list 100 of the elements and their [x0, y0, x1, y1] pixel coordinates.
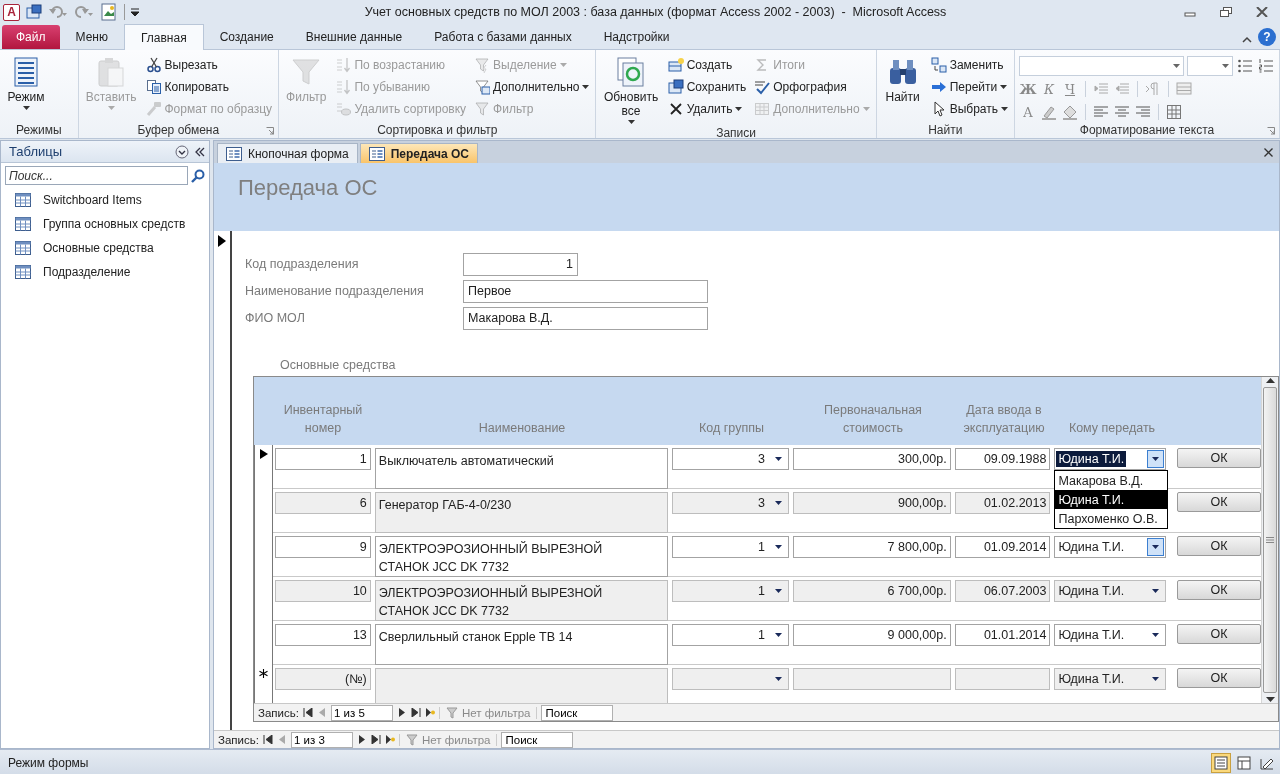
ok-button[interactable]: ОК	[1177, 668, 1261, 688]
nav-item[interactable]: Основные средства	[1, 236, 209, 260]
date-field[interactable]: 09.09.1988	[954, 448, 1051, 470]
last-record[interactable]	[370, 735, 381, 744]
date-field[interactable]: 06.07.2003	[954, 580, 1051, 602]
nav-item[interactable]: Группа основных средств	[1, 212, 209, 236]
group-code-combo[interactable]: 1	[672, 624, 789, 646]
search-field[interactable]: Поиск	[541, 704, 614, 721]
record-selector[interactable]	[254, 445, 273, 489]
group-code-combo[interactable]: 3	[672, 448, 789, 470]
ribbon-button[interactable]: Копировать	[143, 76, 275, 98]
name-field[interactable]: Выключатель автоматический	[374, 448, 669, 489]
search-field[interactable]: Поиск...	[5, 166, 188, 185]
ribbon-tab[interactable]: Надстройки	[587, 25, 686, 49]
ribbon-button[interactable]: Обновить все	[600, 54, 662, 126]
ribbon-button[interactable]: Заменить	[928, 54, 1010, 76]
ribbon-tab[interactable]: Файл	[2, 25, 60, 49]
search-field[interactable]: Поиск	[501, 731, 574, 748]
ribbon-button[interactable]: Дополнительно	[472, 76, 592, 98]
nav-item[interactable]: Подразделение	[1, 260, 209, 284]
ribbon-button[interactable]: Создать	[665, 54, 749, 76]
inventory-number-field[interactable]: 6	[275, 492, 371, 514]
cost-field[interactable]	[793, 668, 951, 690]
next-record[interactable]	[356, 735, 367, 744]
ribbon-button[interactable]: Режим	[4, 54, 48, 112]
help-button[interactable]: ?	[1258, 28, 1276, 46]
last-record[interactable]	[410, 708, 421, 717]
new-record[interactable]	[424, 708, 435, 717]
recipient-combo[interactable]: Юдина Т.И.	[1054, 624, 1167, 646]
cost-field[interactable]: 900,00р.	[793, 492, 951, 514]
name-field[interactable]: Генератор ГАБ-4-0/230	[374, 492, 669, 533]
undo-button[interactable]	[48, 4, 68, 20]
ribbon-button[interactable]: Выбрать	[928, 98, 1010, 120]
name-field[interactable]: Сверлильный станок Epple TB 14	[374, 624, 669, 665]
ribbon-button[interactable]: Удалить	[665, 98, 749, 120]
save-button[interactable]	[26, 4, 42, 20]
cost-field[interactable]: 300,00р.	[793, 448, 951, 470]
recipient-combo[interactable]: Юдина Т.И.	[1054, 668, 1167, 690]
cost-field[interactable]: 7 800,00р.	[793, 536, 951, 558]
name-field[interactable]: ЭЛЕКТРОЭРОЗИОННЫЙ ВЫРЕЗНОЙ СТАНОК JCC DK 7732	[374, 536, 669, 577]
ribbon-tab[interactable]: Внешние данные	[289, 25, 419, 49]
ok-button[interactable]: ОК	[1177, 624, 1261, 644]
record-selector[interactable]	[254, 665, 273, 703]
collapse-ribbon-button[interactable]	[1242, 36, 1252, 43]
text-field[interactable]: 1	[463, 252, 578, 276]
group-code-combo[interactable]: 1	[672, 580, 789, 602]
redo-button[interactable]	[74, 4, 94, 20]
ribbon-button[interactable]: Сохранить	[665, 76, 749, 98]
recipient-combo[interactable]: Юдина Т.И.	[1054, 580, 1167, 602]
inventory-number-field[interactable]: 10	[275, 580, 371, 602]
dropdown-option[interactable]: Юдина Т.И.	[1055, 490, 1168, 509]
ribbon-button[interactable]: Вырезать	[143, 54, 275, 76]
ribbon-tab[interactable]: Меню	[59, 25, 124, 49]
dropdown-option[interactable]: Макарова В.Д.	[1055, 471, 1168, 490]
recipient-combo[interactable]: Юдина Т.И.	[1054, 536, 1167, 558]
inventory-number-field[interactable]: (№)	[275, 668, 371, 690]
next-record[interactable]	[396, 708, 407, 717]
dropdown-option[interactable]: Пархоменко О.В.	[1055, 509, 1168, 528]
date-field[interactable]	[954, 668, 1051, 690]
close-button[interactable]	[1264, 147, 1273, 157]
document-tab[interactable]: Кнопочная форма	[217, 143, 358, 163]
search-button[interactable]	[191, 168, 205, 183]
format-button[interactable]	[1257, 56, 1275, 76]
ribbon-tab[interactable]: Работа с базами данных	[418, 25, 588, 49]
document-tab[interactable]: Передача ОС	[359, 143, 478, 163]
inventory-number-field[interactable]: 9	[275, 536, 371, 558]
ok-button[interactable]: ОК	[1177, 448, 1261, 468]
collapse-pane-button[interactable]	[195, 146, 205, 157]
first-record[interactable]	[302, 708, 313, 717]
cost-field[interactable]: 9 000,00р.	[793, 624, 951, 646]
customize-button[interactable]	[131, 8, 139, 16]
first-record[interactable]	[262, 735, 273, 744]
ribbon-tab[interactable]: Главная	[123, 24, 204, 50]
ribbon-button[interactable]: Найти	[880, 54, 925, 106]
cost-field[interactable]: 6 700,00р.	[793, 580, 951, 602]
nav-menu-button[interactable]	[175, 144, 189, 159]
text-field[interactable]: Макарова В.Д.	[463, 306, 708, 330]
name-field[interactable]: ЭЛЕКТРОЭРОЗИОННЫЙ ВЫРЕЗНОЙ СТАНОК JCC DK 7732	[374, 580, 669, 621]
vertical-scrollbar[interactable]	[1261, 377, 1278, 703]
inventory-number-field[interactable]: 13	[275, 624, 371, 646]
format-button[interactable]	[1165, 102, 1183, 122]
date-field[interactable]: 01.02.2013	[954, 492, 1051, 514]
ribbon-button[interactable]: Орфография	[752, 76, 872, 98]
name-field[interactable]	[374, 668, 669, 703]
group-code-combo[interactable]: 3	[672, 492, 789, 514]
inventory-number-field[interactable]: 1	[275, 448, 371, 470]
ok-button[interactable]: ОК	[1177, 492, 1261, 512]
record-position-field[interactable]: 1 из 3	[290, 731, 353, 748]
nav-item[interactable]: Switchboard Items	[1, 188, 209, 212]
date-field[interactable]: 01.01.2014	[954, 624, 1051, 646]
text-field[interactable]: Первое	[463, 279, 708, 303]
ribbon-tab[interactable]: Создание	[203, 25, 290, 49]
ok-button[interactable]: ОК	[1177, 580, 1261, 600]
group-code-combo[interactable]: 1	[672, 536, 789, 558]
record-position-field[interactable]: 1 из 5	[330, 704, 393, 721]
ribbon-button[interactable]: Перейти	[928, 76, 1010, 98]
new-record[interactable]	[384, 735, 395, 744]
toolbar-button[interactable]	[100, 3, 118, 21]
date-field[interactable]: 01.09.2014	[954, 536, 1051, 558]
ok-button[interactable]: ОК	[1177, 536, 1261, 556]
